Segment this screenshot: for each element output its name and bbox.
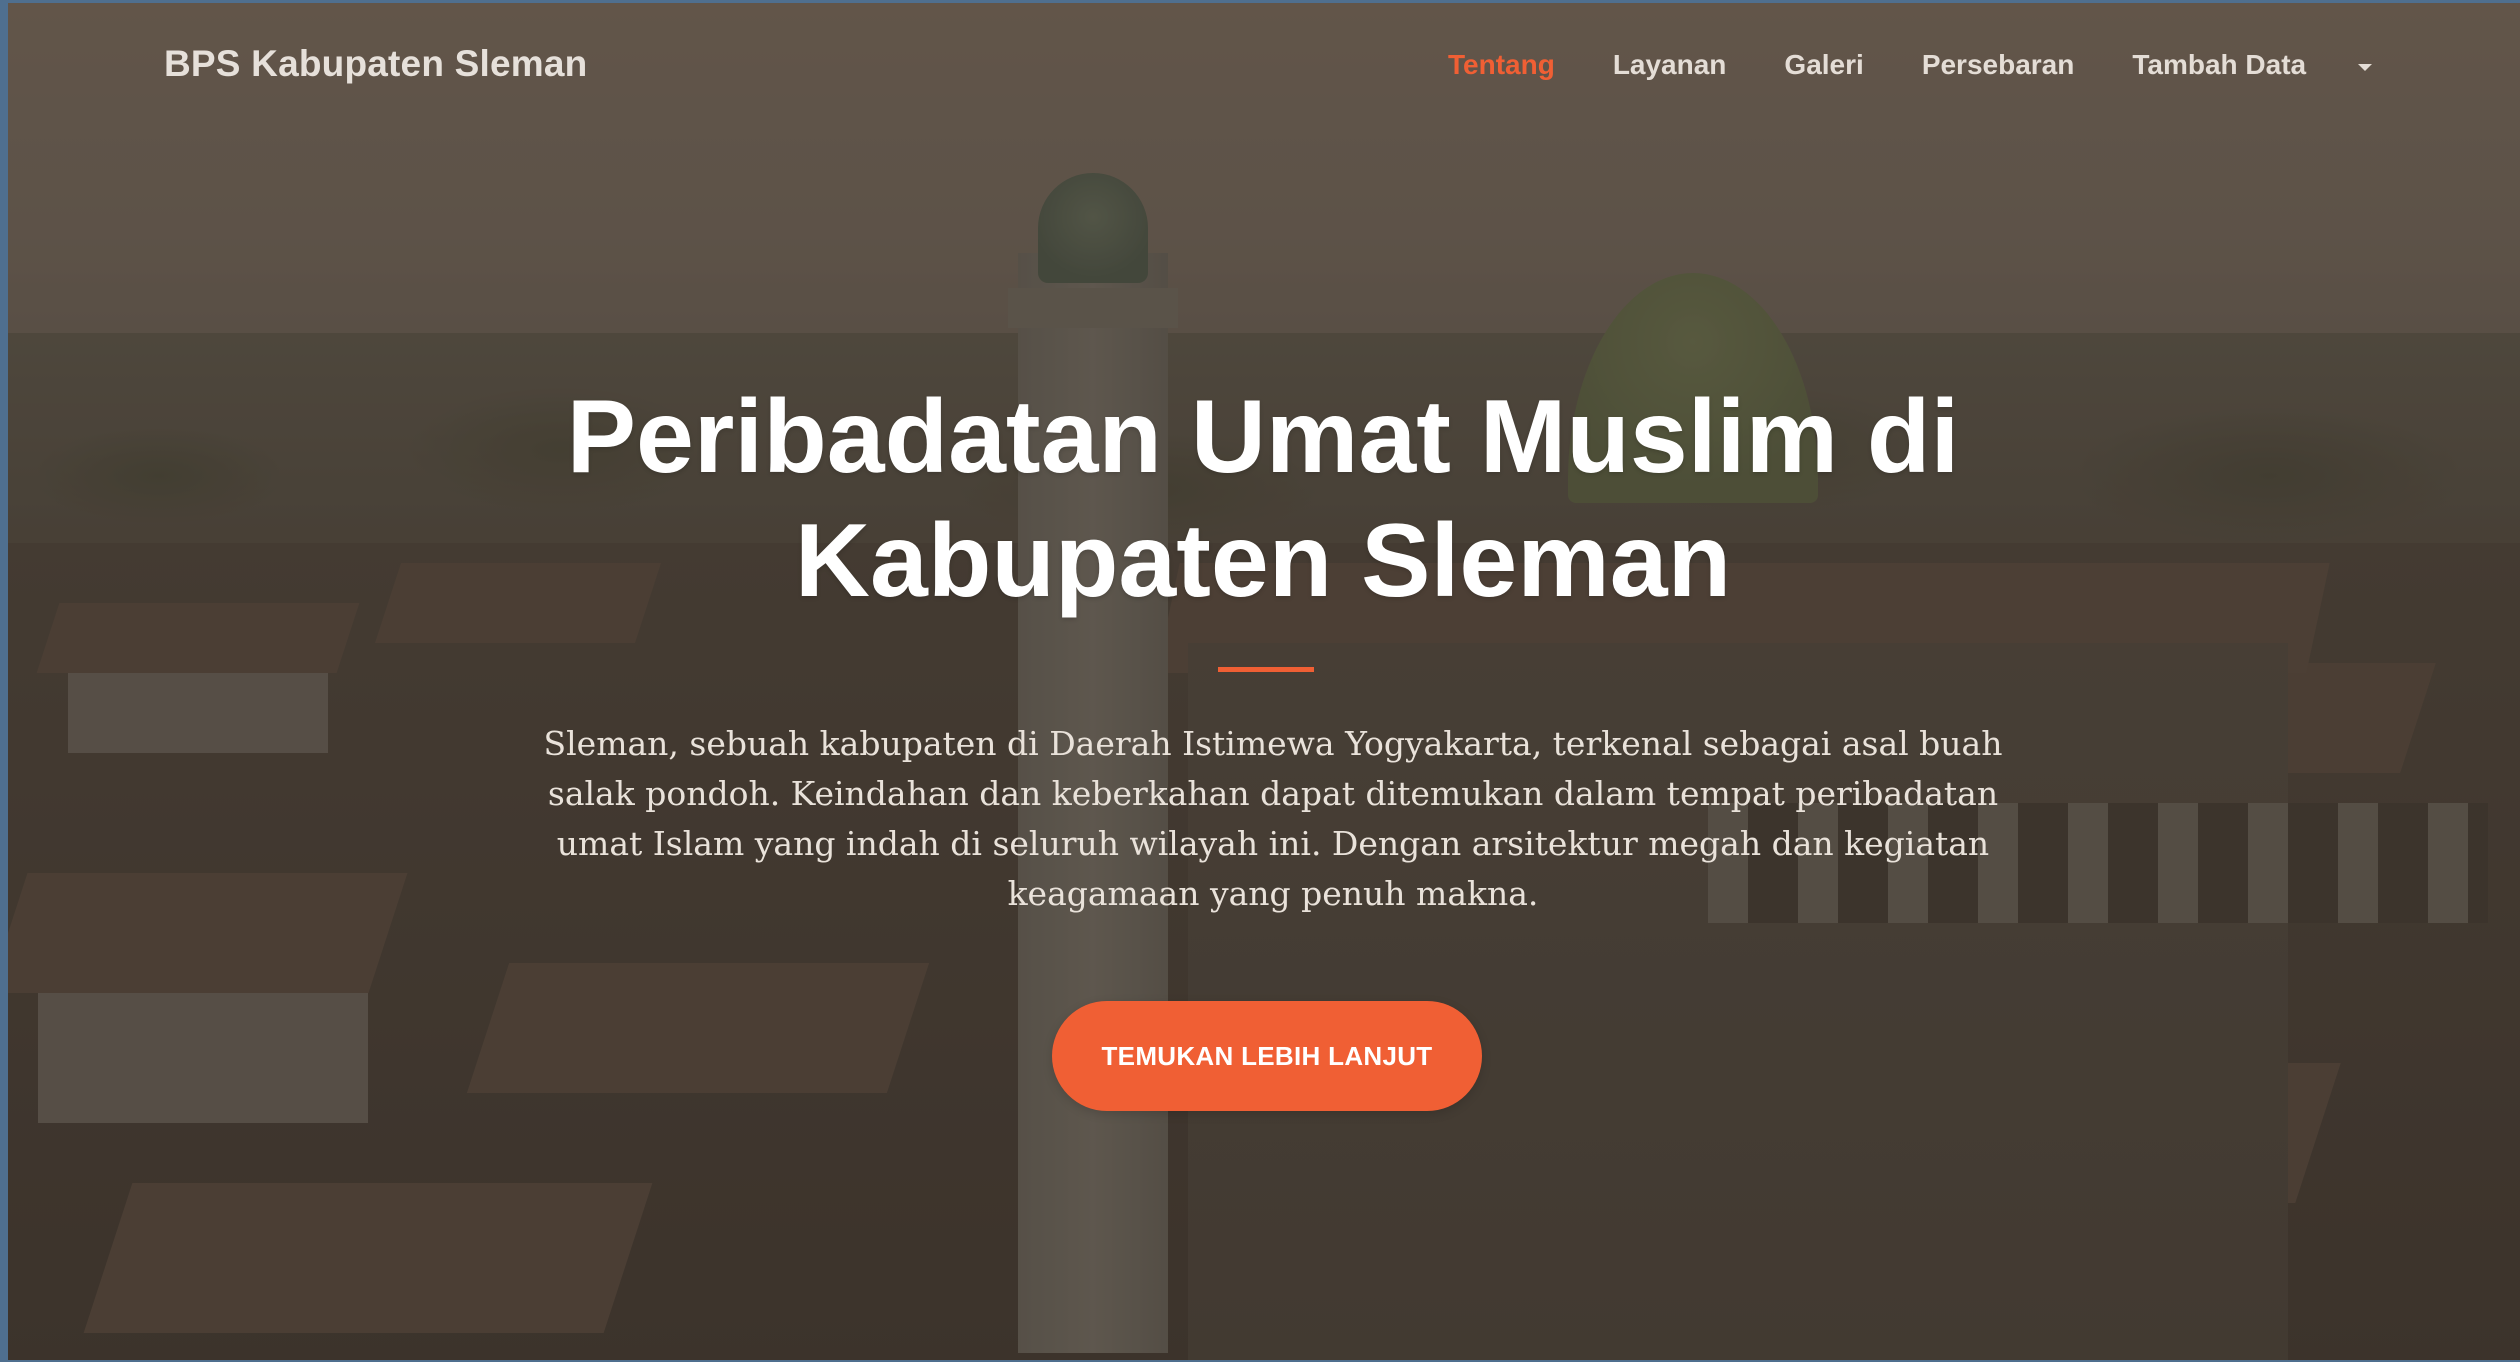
nav-link-persebaran[interactable]: Persebaran — [1922, 49, 2075, 81]
hero-title: Peribadatan Umat Muslim di Kabupaten Sle… — [566, 379, 1960, 619]
browser-viewport: BPS Kabupaten Sleman Tentang Layanan Gal… — [8, 3, 2520, 1360]
nav-link-tentang[interactable]: Tentang — [1448, 49, 1555, 81]
nav-link-layanan[interactable]: Layanan — [1613, 49, 1727, 81]
nav-link-galeri[interactable]: Galeri — [1784, 49, 1863, 81]
hero-description: Sleman, sebuah kabupaten di Daerah Istim… — [543, 724, 2003, 913]
hero-section: Peribadatan Umat Muslim di Kabupaten Sle… — [8, 3, 2520, 1360]
brand-link[interactable]: BPS Kabupaten Sleman — [164, 43, 587, 85]
caret-down-icon[interactable] — [2358, 63, 2373, 71]
nav-link-tambah-data[interactable]: Tambah Data — [2132, 49, 2306, 81]
nav-menu: Tentang Layanan Galeri Persebaran Tambah… — [1448, 49, 2373, 81]
top-navbar: BPS Kabupaten Sleman Tentang Layanan Gal… — [8, 3, 2520, 133]
find-out-more-button[interactable]: TEMUKAN LEBIH LANJUT — [1052, 1001, 1482, 1111]
hero-divider — [1218, 667, 1314, 672]
